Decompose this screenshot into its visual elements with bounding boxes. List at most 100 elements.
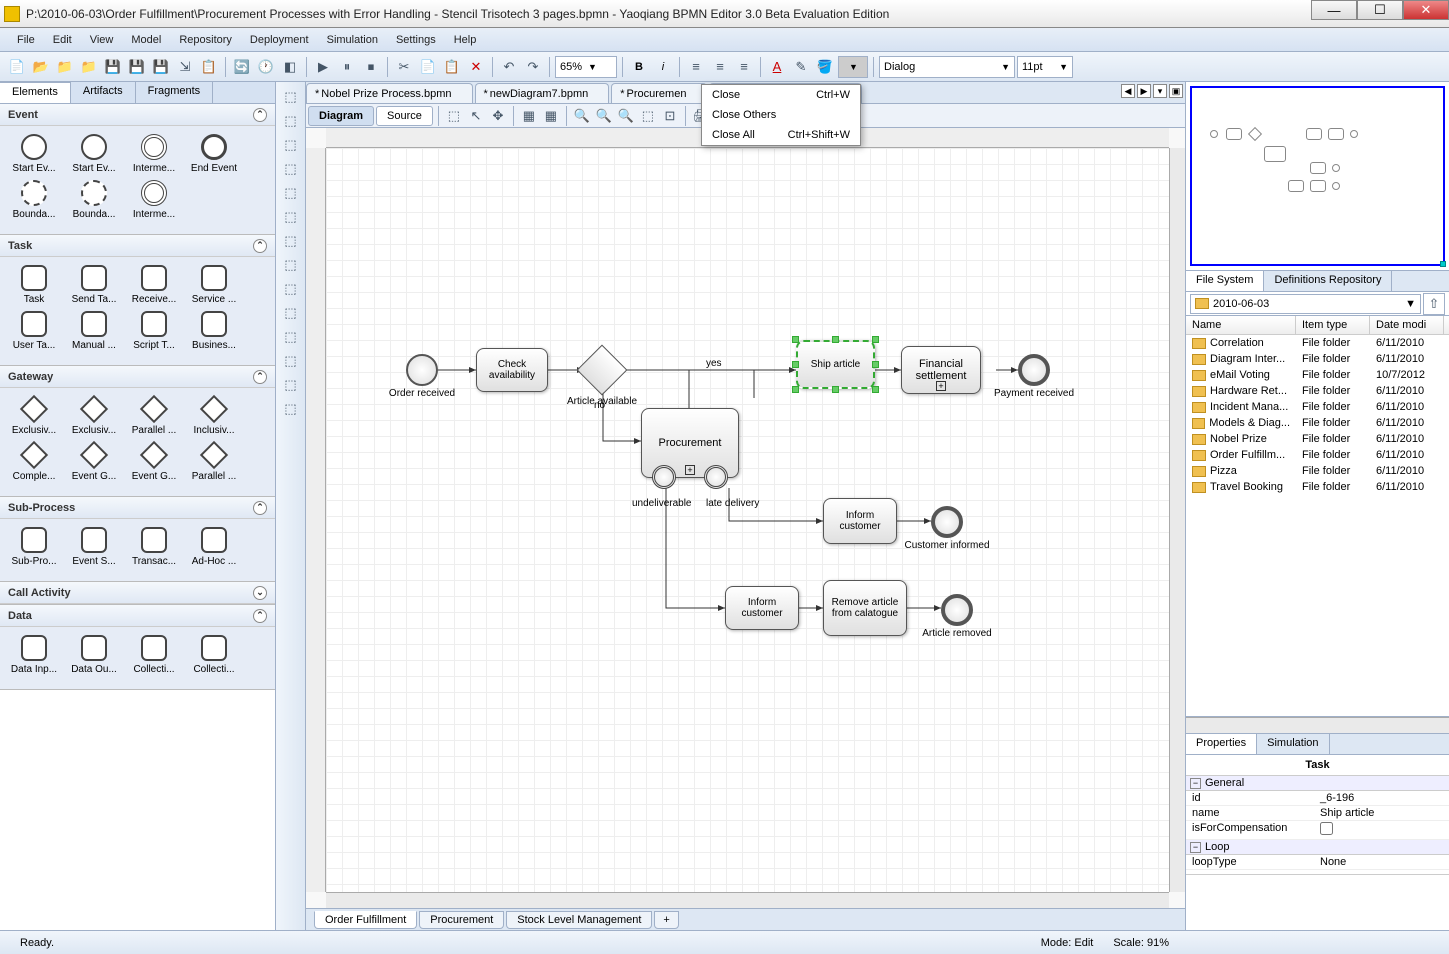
vtb-align-11[interactable]: ⬚ xyxy=(280,326,302,348)
path-select[interactable]: 2010-06-03 ▼ xyxy=(1190,294,1421,314)
pause-button[interactable]: ⏸ xyxy=(336,56,358,78)
font-size-select[interactable]: 11pt▼ xyxy=(1017,56,1073,78)
copy-button[interactable]: 📄 xyxy=(417,56,439,78)
vtb-align-12[interactable]: ⬚ xyxy=(280,350,302,372)
right-tab-properties[interactable]: Properties xyxy=(1186,734,1257,754)
vtb-align-13[interactable]: ⬚ xyxy=(280,374,302,396)
vtb-align-8[interactable]: ⬚ xyxy=(280,254,302,276)
end-event-customer-informed[interactable]: Customer informed xyxy=(931,506,963,538)
subprocess-procurement[interactable]: Procurement + xyxy=(641,408,739,478)
col-date[interactable]: Date modi xyxy=(1370,316,1444,334)
palette-item[interactable]: Data Inp... xyxy=(4,635,64,675)
vtb-align-9[interactable]: ⬚ xyxy=(280,278,302,300)
vtb-align-14[interactable]: ⬚ xyxy=(280,398,302,420)
vt-sel-tool[interactable]: ⬚ xyxy=(444,106,464,126)
file-row[interactable]: CorrelationFile folder6/11/2010 xyxy=(1186,335,1449,351)
version-button[interactable]: ◧ xyxy=(279,56,301,78)
align-left-button[interactable]: ≡ xyxy=(685,56,707,78)
palette-item[interactable]: Interme... xyxy=(124,134,184,174)
import-button[interactable]: 📋 xyxy=(198,56,220,78)
palette-item[interactable]: Send Ta... xyxy=(64,265,124,305)
palette-item[interactable]: Comple... xyxy=(4,442,64,482)
zoom-select[interactable]: 65%▼ xyxy=(555,56,617,78)
tab-max[interactable]: ▣ xyxy=(1169,84,1183,98)
vtb-align-1[interactable]: ⬚ xyxy=(280,86,302,108)
ctx-close-all[interactable]: Close AllCtrl+Shift+W xyxy=(702,125,860,145)
palette-item[interactable]: Event G... xyxy=(64,442,124,482)
redo-button[interactable]: ↷ xyxy=(522,56,544,78)
view-diagram[interactable]: Diagram xyxy=(308,106,374,126)
vt-grid2[interactable]: ▦ xyxy=(541,106,561,126)
doc-tab-0[interactable]: Nobel Prize Process.bpmn xyxy=(306,83,473,103)
file-row[interactable]: PizzaFile folder6/11/2010 xyxy=(1186,463,1449,479)
vt-zoomfit[interactable]: 🔍 xyxy=(616,106,636,126)
ctx-close-others[interactable]: Close Others xyxy=(702,105,860,125)
palette-item[interactable]: Receive... xyxy=(124,265,184,305)
vt-pan[interactable]: ✥ xyxy=(488,106,508,126)
palette-item[interactable]: Parallel ... xyxy=(124,396,184,436)
vtb-align-6[interactable]: ⬚ xyxy=(280,206,302,228)
palette-item[interactable]: Data Ou... xyxy=(64,635,124,675)
saveas-button[interactable]: 💾 xyxy=(126,56,148,78)
menu-file[interactable]: File xyxy=(8,31,44,49)
vt-grid1[interactable]: ▦ xyxy=(519,106,539,126)
right-tab-definitions[interactable]: Definitions Repository xyxy=(1264,271,1392,291)
file-row[interactable]: Order Fulfillm...File folder6/11/2010 xyxy=(1186,447,1449,463)
minimize-button[interactable]: — xyxy=(1311,0,1357,20)
paste-button[interactable]: 📋 xyxy=(441,56,463,78)
canvas-scroll-h[interactable] xyxy=(326,892,1169,908)
palette-item[interactable]: Service ... xyxy=(184,265,244,305)
menu-edit[interactable]: Edit xyxy=(44,31,81,49)
menu-simulation[interactable]: Simulation xyxy=(318,31,387,49)
open2-button[interactable]: 📁 xyxy=(54,56,76,78)
palette-item[interactable]: Transac... xyxy=(124,527,184,567)
right-tab-simulation[interactable]: Simulation xyxy=(1257,734,1329,754)
boundary-undeliverable[interactable] xyxy=(652,465,676,489)
palette-item[interactable]: Task xyxy=(4,265,64,305)
palette-item[interactable]: Start Ev... xyxy=(4,134,64,174)
palette-item[interactable]: Script T... xyxy=(124,311,184,351)
tab-list[interactable]: ▾ xyxy=(1153,84,1167,98)
prop-row-id[interactable]: id_6-196 xyxy=(1186,791,1449,806)
menu-model[interactable]: Model xyxy=(122,31,170,49)
history-button[interactable]: 🕐 xyxy=(255,56,277,78)
menu-deployment[interactable]: Deployment xyxy=(241,31,318,49)
palette-item[interactable]: Ad-Hoc ... xyxy=(184,527,244,567)
file-row[interactable]: Nobel PrizeFile folder6/11/2010 xyxy=(1186,431,1449,447)
gateway-article-available[interactable]: Article available xyxy=(584,352,620,388)
vt-zoomin[interactable]: 🔍 xyxy=(572,106,592,126)
palette-item[interactable]: Inclusiv... xyxy=(184,396,244,436)
vtb-align-2[interactable]: ⬚ xyxy=(280,110,302,132)
palette-tab-elements[interactable]: Elements xyxy=(0,82,71,103)
palette-item[interactable]: User Ta... xyxy=(4,311,64,351)
palette-item[interactable]: Exclusiv... xyxy=(64,396,124,436)
col-type[interactable]: Item type xyxy=(1296,316,1370,334)
palette-section-event[interactable]: Event⌃ xyxy=(0,104,275,126)
fill-color-button[interactable]: 🪣 xyxy=(814,56,836,78)
task-remove-article[interactable]: Remove article from calatogue xyxy=(823,580,907,636)
align-center-button[interactable]: ≡ xyxy=(709,56,731,78)
prop-row-isForCompensation[interactable]: isForCompensation xyxy=(1186,821,1449,840)
palette-item[interactable]: Event S... xyxy=(64,527,124,567)
file-row[interactable]: Models & Diag...File folder6/11/2010 xyxy=(1186,415,1449,431)
file-row[interactable]: Incident Mana...File folder6/11/2010 xyxy=(1186,399,1449,415)
page-tab-2[interactable]: Stock Level Management xyxy=(506,911,652,929)
maximize-button[interactable]: ☐ xyxy=(1357,0,1403,20)
file-row[interactable]: Hardware Ret...File folder6/11/2010 xyxy=(1186,383,1449,399)
checkbox-compensation[interactable] xyxy=(1320,822,1333,835)
color-swatch[interactable]: ▼ xyxy=(838,56,868,78)
vtb-align-10[interactable]: ⬚ xyxy=(280,302,302,324)
new-button[interactable]: 📄 xyxy=(6,56,28,78)
palette-section-call-activity[interactable]: Call Activity⌄ xyxy=(0,582,275,604)
task-check-availability[interactable]: Check availability xyxy=(476,348,548,392)
undo-button[interactable]: ↶ xyxy=(498,56,520,78)
palette-item[interactable]: End Event xyxy=(184,134,244,174)
vt-zoom100[interactable]: ⊡ xyxy=(660,106,680,126)
prop-row-name[interactable]: nameShip article xyxy=(1186,806,1449,821)
prop-row-loopType[interactable]: loopTypeNone xyxy=(1186,855,1449,870)
start-event[interactable]: Order received xyxy=(406,354,438,386)
ctx-close[interactable]: CloseCtrl+W xyxy=(702,85,860,105)
palette-item[interactable]: Exclusiv... xyxy=(4,396,64,436)
palette-item[interactable]: Event G... xyxy=(124,442,184,482)
end-event-article-removed[interactable]: Article removed xyxy=(941,594,973,626)
